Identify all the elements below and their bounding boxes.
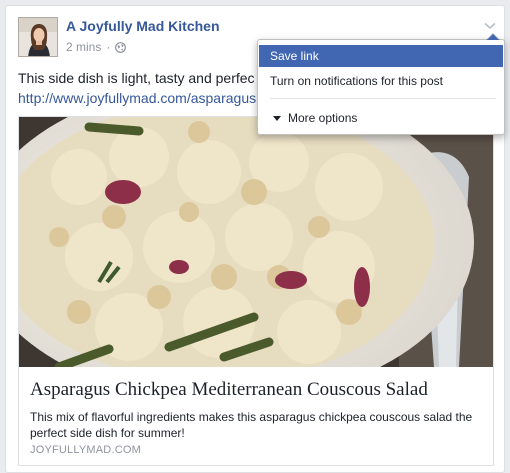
link-preview-title[interactable]: Asparagus Chickpea Mediterranean Couscou… — [30, 379, 485, 401]
link-preview-card[interactable]: Asparagus Chickpea Mediterranean Couscou… — [18, 116, 494, 466]
post-message-text: This side dish is light, tasty and perfe… — [18, 70, 255, 86]
page-name-link[interactable]: A Joyfully Mad Kitchen — [66, 18, 220, 34]
link-preview-image[interactable] — [19, 117, 493, 402]
menu-item-more-options[interactable]: More options — [259, 107, 503, 129]
news-feed-post: A Joyfully Mad Kitchen 2 mins · This sid… — [5, 5, 505, 473]
more-options-label: More options — [288, 111, 358, 125]
triangle-down-icon — [273, 115, 281, 121]
menu-item-save-link[interactable]: Save link — [259, 45, 503, 67]
post-options-button[interactable] — [481, 18, 499, 34]
link-preview-domain: JOYFULLYMAD.COM — [30, 444, 141, 456]
menu-item-turn-on-notifications[interactable]: Turn on notifications for this post — [259, 70, 503, 92]
meta-separator: · — [106, 40, 111, 54]
avatar[interactable] — [18, 17, 58, 57]
menu-separator — [270, 98, 496, 99]
menu-caret — [486, 33, 500, 40]
globe-icon[interactable] — [115, 41, 127, 53]
post-meta: 2 mins · — [66, 40, 127, 54]
link-preview-description: This mix of flavorful ingredients makes … — [30, 410, 473, 440]
post-options-menu: Save link Turn on notifications for this… — [257, 33, 505, 135]
post-timestamp[interactable]: 2 mins — [66, 40, 101, 54]
